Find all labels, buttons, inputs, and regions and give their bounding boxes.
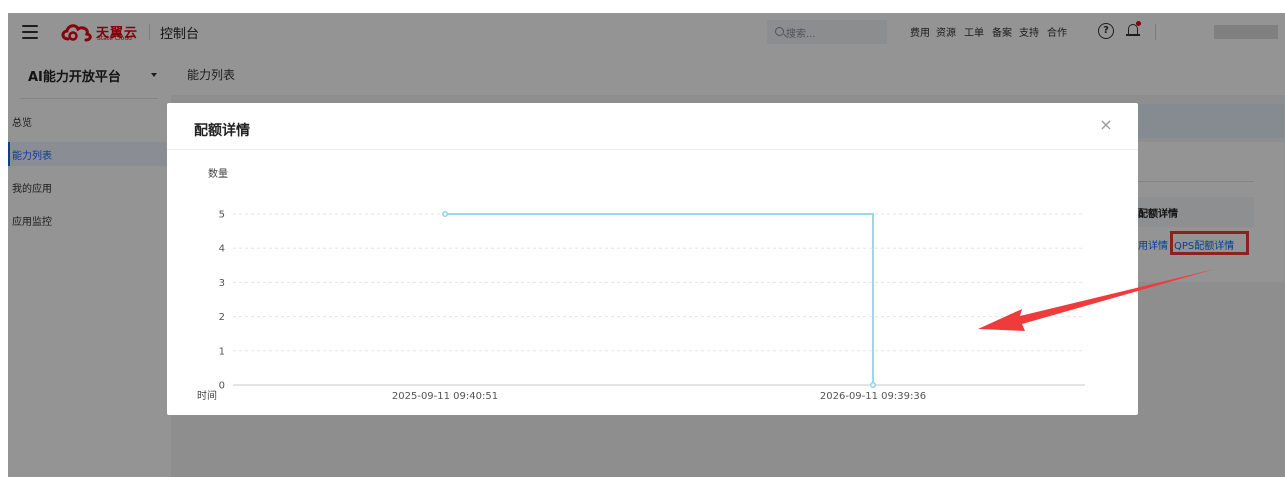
console-app: 天翼云 State Cloud 控制台 搜索... 费用 资源 工单 备案 支持… bbox=[8, 13, 1285, 477]
annotation-arrow-shape bbox=[978, 269, 1215, 331]
annotation-arrow bbox=[978, 269, 1215, 331]
